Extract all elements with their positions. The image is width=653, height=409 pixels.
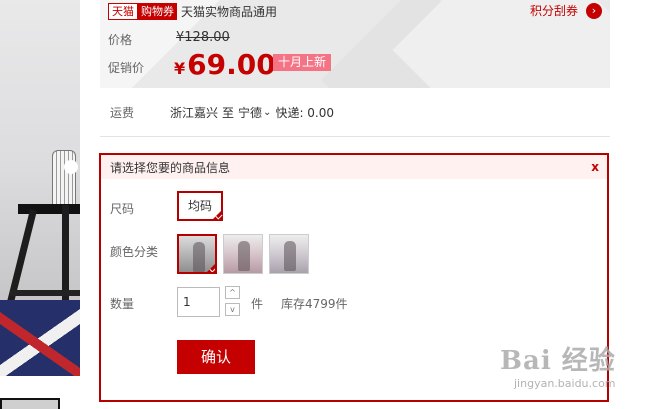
checkmark-icon [211,209,223,221]
coupon-row: 天猫 购物券 天猫实物商品通用 [108,2,277,20]
stool-seat [18,204,80,214]
ship-to-prefix: 至 [222,106,235,120]
tmall-badge: 天猫 [108,2,138,20]
ship-from: 浙江嘉兴 [170,106,219,120]
size-option[interactable]: 均码 [177,191,223,221]
flag-rug [0,300,80,376]
quantity-label: 数量 [110,297,135,311]
shipping-label: 运费 [110,106,135,120]
arrow-right-icon[interactable]: › [586,2,602,19]
promo-price: ¥69.00 [174,48,276,81]
color-label: 颜色分类 [110,245,159,259]
stool-ring [10,290,80,296]
product-thumbnail[interactable] [0,398,60,409]
shipping-row: 运费 浙江嘉兴 至 宁德 ⌄ 快递: 0.00 [110,104,334,121]
chevron-down-icon[interactable]: ⌄ [263,107,271,118]
color-option-3[interactable] [269,234,309,274]
divider [100,136,610,137]
coupon-badge: 购物券 [138,2,177,20]
baidu-watermark: Bai 经验 [500,346,616,376]
shipping-fee: 快递: 0.00 [275,106,335,120]
quantity-input[interactable]: 1 [177,287,220,317]
light-spot [64,160,78,174]
increase-icon[interactable]: ^ [225,286,240,299]
panel-title: 请选择您要的商品信息 [110,160,231,175]
ship-destination[interactable]: 宁德 [238,104,262,121]
color-option-2[interactable] [223,234,263,274]
promo-tag: 十月上新 [273,54,332,71]
checkmark-icon [205,262,215,272]
points-coupon-link[interactable]: 积分刮券 › [530,2,602,19]
watermark-url: jingyan.baidu.com [514,377,616,390]
panel-header: 请选择您要的商品信息 x [101,155,607,179]
quantity-unit: 件 [251,297,264,311]
product-main-image [0,0,80,376]
confirm-button[interactable]: 确认 [177,340,255,374]
points-link-label[interactable]: 积分刮券 [530,2,578,19]
price-label: 价格 [108,33,133,47]
price-area: 天猫 购物券 天猫实物商品通用 积分刮券 › 价格 ¥128.00 促销价 ¥6… [100,0,610,88]
promo-price-label: 促销价 [108,61,145,75]
original-price: ¥128.00 [176,30,230,45]
decrease-icon[interactable]: v [225,303,240,316]
close-icon[interactable]: x [591,160,599,174]
size-label: 尺码 [110,202,135,216]
stock-text: 库存4799件 [281,297,348,311]
coupon-text: 天猫实物商品通用 [181,4,278,19]
color-option-1[interactable] [177,234,217,274]
